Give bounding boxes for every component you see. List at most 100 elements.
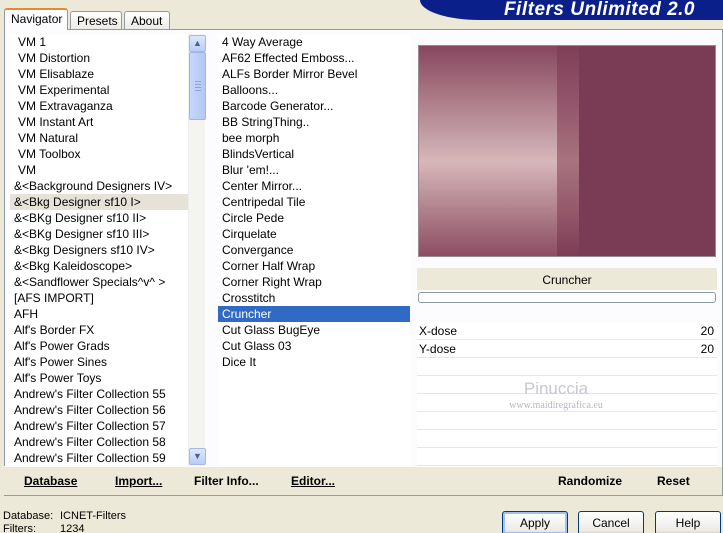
scroll-up-button[interactable]: ▲	[189, 35, 206, 52]
category-item[interactable]: Alf's Power Toys	[10, 370, 188, 386]
category-scrollbar[interactable]: ▲ ▼	[188, 34, 206, 466]
filter-item[interactable]: Corner Right Wrap	[218, 274, 410, 290]
filter-item-label: Dice It	[222, 355, 257, 369]
category-item[interactable]: Andrew's Filter Collection 58	[10, 434, 188, 450]
progress-bar	[418, 292, 716, 303]
category-item[interactable]: &<BKg Designer sf10 III>	[10, 226, 188, 242]
grip-icon	[195, 81, 201, 93]
category-list[interactable]: VM 1 VM Distortion VM Elisablaze VM Experim…	[10, 34, 188, 466]
category-item[interactable]: VM Natural	[10, 130, 188, 146]
filter-item-label: Circle Pede	[222, 211, 285, 225]
category-item[interactable]: VM Elisablaze	[10, 66, 188, 82]
category-item[interactable]: [AFS IMPORT]	[10, 290, 188, 306]
filter-item[interactable]: Circle Pede	[218, 210, 410, 226]
randomize-button[interactable]: Randomize	[558, 474, 622, 488]
preview-gradient-band	[419, 46, 557, 256]
category-item[interactable]: VM Instant Art	[10, 114, 188, 130]
filter-list[interactable]: 4 Way Average AF62 Effected Emboss... ALFs…	[218, 34, 410, 466]
filter-item[interactable]: bee morph	[218, 130, 410, 146]
filter-item-label: ALFs Border Mirror Bevel	[222, 67, 358, 81]
scroll-thumb[interactable]	[189, 52, 206, 120]
param-empty-row	[417, 412, 717, 430]
filter-item-label: BB StringThing..	[222, 115, 310, 129]
filter-item[interactable]: AF62 Effected Emboss...	[218, 50, 410, 66]
category-item[interactable]: Andrew's Filter Collection 59	[10, 450, 188, 466]
filter-item-label: Centripedal Tile	[222, 195, 306, 209]
category-item[interactable]: Alf's Power Sines	[10, 354, 188, 370]
filter-item-label: BlindsVertical	[222, 147, 295, 161]
filter-item-label: Corner Right Wrap	[222, 275, 322, 289]
filter-item[interactable]: Barcode Generator...	[218, 98, 410, 114]
category-item[interactable]: Alf's Power Grads	[10, 338, 188, 354]
category-item[interactable]: &<BKg Designer sf10 II>	[10, 210, 188, 226]
param-empty-row	[417, 358, 717, 376]
category-item[interactable]: VM	[10, 162, 188, 178]
tab-navigator[interactable]: Navigator	[4, 8, 68, 30]
category-item[interactable]: Andrew's Filter Collection 57	[10, 418, 188, 434]
param-y-dose[interactable]: Y-dose 20	[417, 340, 717, 358]
current-filter-name: Cruncher	[417, 268, 717, 290]
filters-count-label: Filters:	[3, 523, 36, 533]
filter-item-label: Cruncher	[222, 307, 272, 321]
filter-item-label: AF62 Effected Emboss...	[222, 51, 355, 65]
category-item[interactable]: Alf's Border FX	[10, 322, 188, 338]
filter-item-label: Barcode Generator...	[222, 99, 334, 113]
database-info: Database: ICNET-Filters Filters: 1234	[3, 510, 126, 533]
category-item[interactable]: &<Sandflower Specials^v^ >	[10, 274, 188, 290]
apply-button[interactable]: Apply	[502, 511, 568, 533]
category-item[interactable]: &<Background Designers IV>	[10, 178, 188, 194]
category-item[interactable]: AFH	[10, 306, 188, 322]
filter-item-label: Cirquelate	[222, 227, 277, 241]
filter-item-label: Cut Glass BugEye	[222, 323, 321, 337]
database-label: Database:	[3, 510, 54, 522]
category-item[interactable]: VM Toolbox	[10, 146, 188, 162]
filter-item[interactable]: Cut Glass 03	[218, 338, 410, 354]
filter-info-button[interactable]: Filter Info...	[194, 474, 259, 488]
scroll-down-button[interactable]: ▼	[189, 448, 206, 465]
filter-item[interactable]: Dice It	[218, 354, 410, 370]
filter-item[interactable]: Blur 'em!...	[218, 162, 410, 178]
tab-about[interactable]: About	[124, 11, 170, 29]
editor-button[interactable]: Editor...	[291, 474, 335, 488]
filter-item-label: Corner Half Wrap	[222, 259, 316, 273]
filter-item[interactable]: 4 Way Average	[218, 34, 410, 50]
filter-item[interactable]: Crosstitch	[218, 290, 410, 306]
param-value: 20	[700, 324, 714, 338]
filter-item[interactable]: BlindsVertical	[218, 146, 410, 162]
category-item[interactable]: VM Extravaganza	[10, 98, 188, 114]
category-item[interactable]: Andrew's Filter Collection 55	[10, 386, 188, 402]
preview-image	[418, 45, 716, 257]
filter-item[interactable]: Balloons...	[218, 82, 410, 98]
button-label: Import...	[115, 474, 163, 488]
category-item[interactable]: Andrew's Filter Collection 56	[10, 402, 188, 418]
category-item[interactable]: &<Bkg Designer sf10 I>	[10, 194, 188, 210]
app-banner: Filters Unlimited 2.0	[420, 0, 723, 20]
category-item[interactable]: VM 1	[10, 34, 188, 50]
category-item[interactable]: VM Distortion	[10, 50, 188, 66]
filter-item-label: Cut Glass 03	[222, 339, 292, 353]
category-item[interactable]: &<Bkg Kaleidoscope>	[10, 258, 188, 274]
filter-item[interactable]: Cirquelate	[218, 226, 410, 242]
filter-item[interactable]: Center Mirror...	[218, 178, 410, 194]
filter-item[interactable]: Centripedal Tile	[218, 194, 410, 210]
import-button[interactable]: Import...	[115, 474, 162, 488]
filter-item[interactable]: Corner Half Wrap	[218, 258, 410, 274]
watermark-text: Pinuccia	[523, 379, 589, 398]
filter-item-label: 4 Way Average	[222, 35, 303, 49]
database-button[interactable]: Database	[24, 474, 77, 488]
category-item[interactable]: &<Bkg Designers sf10 IV>	[10, 242, 188, 258]
watermark-url: www.maidiregrafica.eu	[509, 400, 603, 411]
filter-item-label: Center Mirror...	[222, 179, 303, 193]
filter-item[interactable]: Cut Glass BugEye	[218, 322, 410, 338]
filter-item[interactable]: Convergance	[218, 242, 410, 258]
cancel-button[interactable]: Cancel	[578, 511, 644, 533]
reset-button[interactable]: Reset	[657, 474, 690, 488]
category-item[interactable]: VM Experimental	[10, 82, 188, 98]
filter-item[interactable]: ALFs Border Mirror Bevel	[218, 66, 410, 82]
filter-item[interactable]: BB StringThing..	[218, 114, 410, 130]
preview-solid-band	[579, 46, 715, 256]
param-x-dose[interactable]: X-dose 20	[417, 322, 717, 340]
filter-item[interactable]: Cruncher	[218, 306, 410, 322]
tab-presets[interactable]: Presets	[70, 11, 122, 29]
help-button[interactable]: Help	[655, 511, 721, 533]
